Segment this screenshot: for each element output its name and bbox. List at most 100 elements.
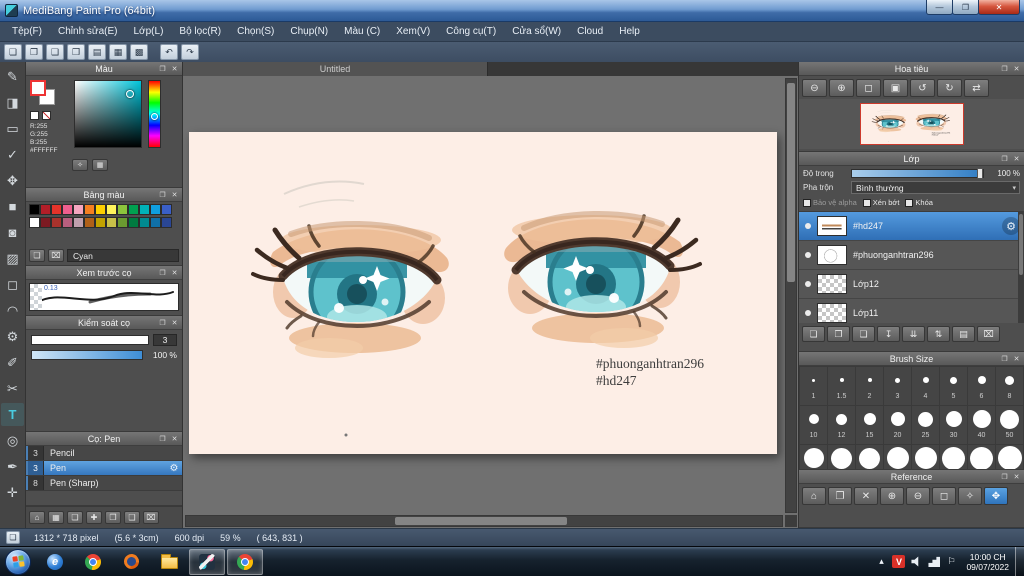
start-button[interactable] [5,548,31,575]
grid-icon[interactable]: ▦ [109,44,127,60]
transfer-layer-icon[interactable]: ↧ [877,326,900,342]
brush-size-cell[interactable]: 40 [968,406,995,444]
ref-fit-icon[interactable]: ◻ [932,487,956,505]
taskbar-explorer-icon[interactable] [151,549,187,575]
taskbar-chrome-window-icon[interactable] [227,548,263,575]
brush-size-cell[interactable] [884,445,911,469]
delete-palette-color-icon[interactable]: ⌧ [48,249,64,262]
ink-pen-tool-icon[interactable]: ✒ [1,455,24,478]
select-eraser-tool-icon[interactable]: ✂ [1,377,24,400]
layer-row[interactable]: #phuonganhtran296 ⚙ [799,241,1024,270]
marquee-tool-icon[interactable]: ▭ [1,117,24,140]
menu-item[interactable]: Cửa sổ(W) [504,22,569,41]
brush-size-value[interactable]: 3 [153,334,177,346]
menu-item[interactable]: Màu (C) [336,22,388,41]
palette-swatch[interactable] [117,204,128,215]
palette-swatch[interactable] [106,217,117,228]
ref-zoom-in-icon[interactable]: ⊕ [880,487,904,505]
palette-color-name[interactable]: Cyan [67,249,179,262]
brush-size-cell[interactable]: 50 [996,406,1023,444]
panel-popout-icon[interactable]: ❐ [1000,64,1009,73]
menu-item[interactable]: Công cụ(T) [438,22,504,41]
ref-zoom-out-icon[interactable]: ⊖ [906,487,930,505]
ref-hand-icon[interactable]: ✥ [984,487,1008,505]
palette-swatch[interactable] [40,204,51,215]
hue-marker[interactable] [151,113,158,121]
home-icon[interactable]: ⌂ [29,511,45,524]
color-grid-mini-icon[interactable]: ▦ [92,159,108,171]
volume-icon[interactable] [911,556,919,567]
menu-item[interactable]: Chụp(N) [282,22,336,41]
text-tool-icon[interactable]: T [1,403,24,426]
palette-swatch[interactable] [73,204,84,215]
network-icon[interactable] [928,556,941,567]
panel-popout-icon[interactable]: ❐ [1000,472,1009,481]
fit-window-icon[interactable]: ◻ [856,79,881,97]
layer-order-icon[interactable]: ⇅ [927,326,950,342]
palette-swatch[interactable] [139,204,150,215]
action-center-icon[interactable]: ⚐ [946,556,956,567]
menu-item[interactable]: Help [611,22,648,41]
brush-size-cell[interactable] [912,445,939,469]
horizontal-scrollbar-thumb[interactable] [394,517,568,525]
eraser-tool-icon[interactable]: ◨ [1,91,24,114]
checkbox-box[interactable] [862,198,871,207]
layer-visibility-icon[interactable] [805,252,811,258]
ref-eyedropper-icon[interactable]: ✧ [958,487,982,505]
layer-visibility-icon[interactable] [805,281,811,287]
palette-swatch[interactable] [161,217,172,228]
brush-size-cell[interactable] [940,445,967,469]
palette-swatch[interactable] [29,204,40,215]
actual-size-icon[interactable]: ▣ [883,79,908,97]
palette-swatch[interactable] [62,204,73,215]
brush-size-cell[interactable] [996,445,1023,469]
brush-size-cell[interactable]: 12 [828,406,855,444]
palette-swatch[interactable] [84,204,95,215]
move-tool-icon[interactable]: ✥ [1,169,24,192]
layer-mask-icon[interactable]: ▤ [952,326,975,342]
layer-opacity-slider[interactable] [851,168,984,179]
blend-mode-select[interactable]: Bình thường [851,181,1020,194]
eyedropper-tool-icon[interactable]: ✛ [1,481,24,504]
solid-color-mini-swatch[interactable] [30,111,39,120]
panel-popout-icon[interactable]: ❐ [158,64,167,73]
brush-size-cell[interactable]: 25 [912,406,939,444]
panel-popout-icon[interactable]: ❐ [158,190,167,199]
menu-item[interactable]: Tệp(F) [4,22,50,41]
panel-close-icon[interactable]: ✕ [170,318,179,327]
layer-visibility-icon[interactable] [805,223,811,229]
menu-item[interactable]: Chọn(S) [229,22,282,41]
shape-tool-icon[interactable]: ■ [1,195,24,218]
panel-close-icon[interactable]: ✕ [170,434,179,443]
select-tool-icon[interactable]: ◻ [1,273,24,296]
lasso-tool-icon[interactable]: ◠ [1,299,24,322]
palette-swatch[interactable] [95,204,106,215]
transparent-mini-swatch[interactable] [42,111,51,120]
brush-size-cell[interactable] [968,445,995,469]
brush-list-item[interactable]: 8 Pen (Sharp) ⚙ [26,476,182,491]
bucket-tool-icon[interactable]: ◙ [1,221,24,244]
menu-item[interactable]: Lớp(L) [126,22,172,41]
brush-size-cell[interactable]: 1 [800,367,827,405]
brush-size-cell[interactable]: 5 [940,367,967,405]
zoom-in-icon[interactable]: ⊕ [829,79,854,97]
new-brush-icon[interactable]: ❏ [67,511,83,524]
panel-popout-icon[interactable]: ❐ [158,318,167,327]
palette-swatch[interactable] [150,204,161,215]
palette-swatch[interactable] [95,217,106,228]
brush-list-item[interactable]: 3 Pen ⚙ [26,461,182,476]
ref-clear-icon[interactable]: ✕ [854,487,878,505]
eyedropper-mini-icon[interactable]: ✧ [72,159,88,171]
palette-swatch[interactable] [51,204,62,215]
saturation-value-picker[interactable] [74,80,142,148]
palette-swatch[interactable] [128,204,139,215]
panel-close-icon[interactable]: ✕ [170,268,179,277]
titlebar[interactable]: MediBang Paint Pro (64bit) — ❐ ✕ [0,0,1024,22]
taskbar-chrome-icon[interactable] [75,549,111,575]
materials-icon[interactable]: ▤ [88,44,106,60]
palette-swatch[interactable] [62,217,73,228]
panel-close-icon[interactable]: ✕ [1012,154,1021,163]
layer-row[interactable]: #hd247 ⚙ [799,212,1024,241]
panel-close-icon[interactable]: ✕ [1012,354,1021,363]
brush-folder-icon[interactable]: ❐ [105,511,121,524]
